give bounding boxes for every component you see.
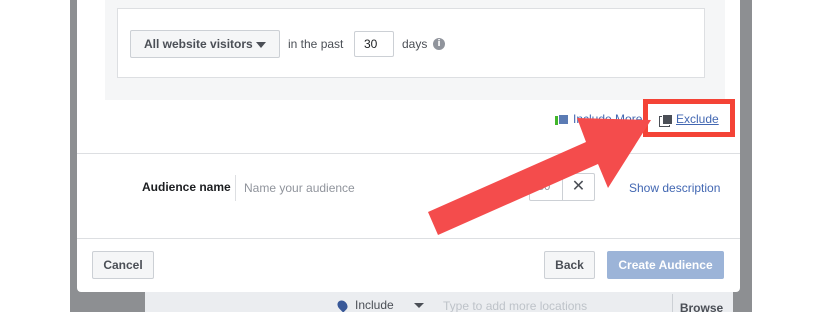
audience-name-counter-box: 50 ✕ — [529, 173, 595, 201]
include-more-label: Include More — [573, 112, 643, 126]
chevron-down-icon — [256, 42, 266, 48]
in-the-past-label: in the past — [288, 37, 344, 51]
show-description-link[interactable]: Show description — [629, 181, 720, 195]
info-icon[interactable]: i — [433, 38, 445, 50]
divider — [77, 238, 740, 239]
cancel-button[interactable]: Cancel — [92, 251, 154, 279]
include-more-link[interactable]: Include More — [555, 112, 642, 126]
include-label: Include — [355, 298, 394, 312]
back-button[interactable]: Back — [544, 251, 595, 279]
locations-input[interactable]: Type to add more locations — [443, 299, 587, 312]
include-icon — [555, 113, 569, 125]
chevron-down-icon — [414, 303, 424, 308]
retention-days-input[interactable]: 30 — [354, 31, 394, 57]
divider — [77, 153, 740, 154]
audience-rule-section: All website visitors in the past 30 days… — [105, 0, 725, 100]
character-count: 50 — [538, 181, 551, 193]
days-label: days — [402, 37, 428, 51]
audience-name-input[interactable]: Name your audience — [235, 175, 525, 201]
visitor-type-label: All website visitors — [144, 37, 253, 51]
rule-card: All website visitors in the past 30 days… — [117, 8, 705, 78]
exclude-link[interactable]: Exclude — [659, 112, 719, 127]
exclude-label: Exclude — [676, 112, 719, 126]
audience-name-label: Audience name — [142, 180, 231, 194]
exclude-icon — [659, 113, 673, 127]
create-audience-button[interactable]: Create Audience — [607, 251, 724, 279]
close-icon[interactable]: ✕ — [562, 174, 594, 200]
create-audience-dialog: All website visitors in the past 30 days… — [77, 0, 740, 292]
visitor-type-select[interactable]: All website visitors — [130, 30, 280, 58]
browse-button[interactable]: Browse — [672, 294, 730, 312]
location-pin-icon — [335, 297, 350, 312]
